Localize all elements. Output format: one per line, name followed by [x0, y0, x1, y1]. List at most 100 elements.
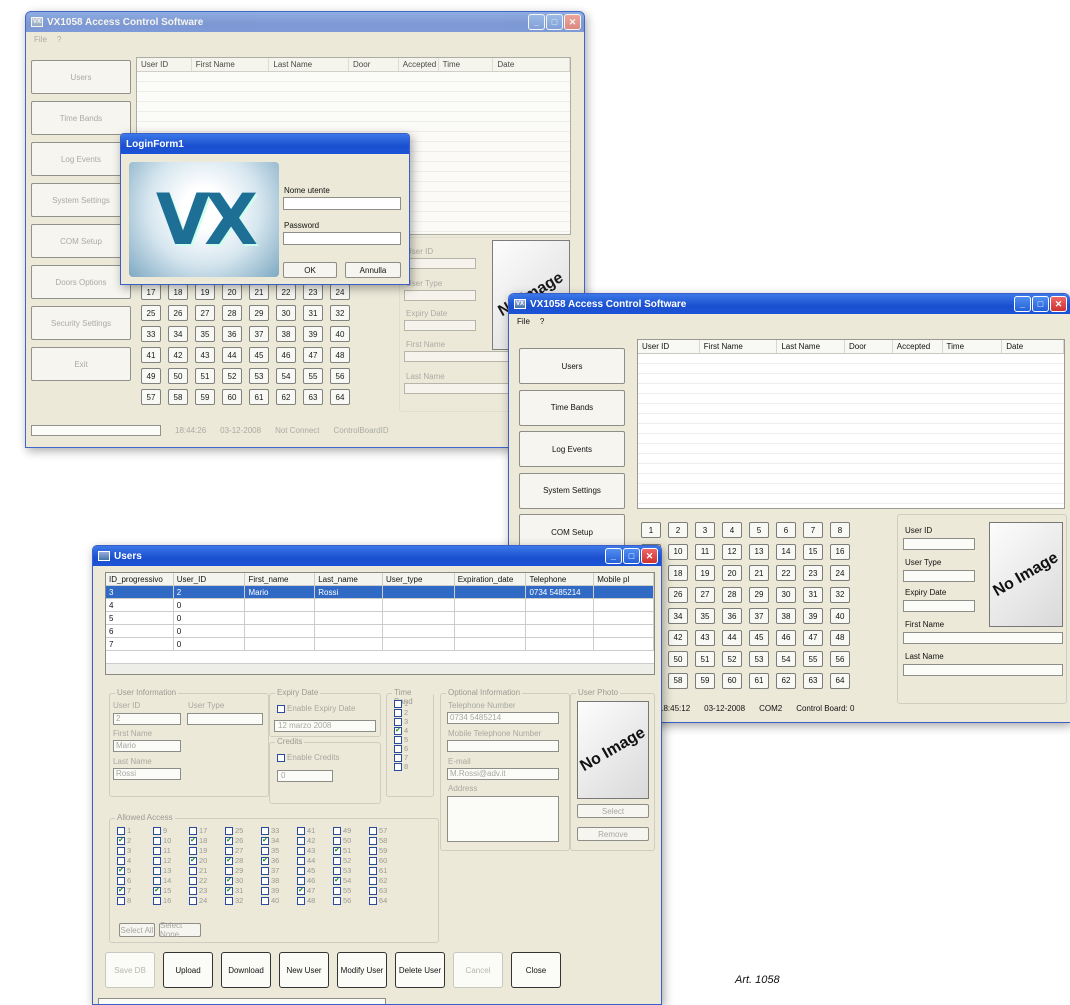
access-checkbox-50[interactable]: 50 — [333, 836, 369, 846]
access-checkbox-10[interactable]: 10 — [153, 836, 189, 846]
checkbox-icon[interactable] — [333, 837, 341, 846]
modify-user-button[interactable]: Modify User — [337, 952, 387, 988]
door-button-34[interactable]: 34 — [668, 608, 688, 624]
access-checkbox-39[interactable]: 39 — [261, 886, 297, 896]
checkbox-icon[interactable] — [333, 857, 341, 866]
door-button-37[interactable]: 37 — [749, 608, 769, 624]
access-checkbox-63[interactable]: 63 — [369, 886, 405, 896]
log-grid[interactable]: User ID First Name Last Name Door Accepted Ti… — [637, 339, 1065, 509]
select-photo-button[interactable]: Select — [577, 804, 649, 818]
column-header-user-id[interactable]: User ID — [137, 58, 192, 71]
access-checkbox-33[interactable]: 33 — [261, 826, 297, 836]
users-column-id-progressivo[interactable]: ID_progressivo — [106, 573, 174, 585]
checkbox-icon[interactable] — [189, 847, 197, 856]
column-header-first-name[interactable]: First Name — [192, 58, 270, 71]
access-checkbox-54[interactable]: ✔ 54 — [333, 876, 369, 886]
door-button-3[interactable]: 3 — [695, 522, 715, 538]
door-button-38[interactable]: 38 — [776, 608, 796, 624]
access-checkbox-43[interactable]: 43 — [297, 846, 333, 856]
column-header-accepted[interactable]: Accepted — [893, 340, 943, 353]
column-header-door[interactable]: Door — [845, 340, 893, 353]
access-checkbox-5[interactable]: ✔ 5 — [117, 866, 153, 876]
door-button-53[interactable]: 53 — [249, 368, 269, 384]
checkbox-icon[interactable]: ✔ — [189, 857, 197, 866]
door-button-26[interactable]: 26 — [168, 305, 188, 321]
time-band-checkbox-4[interactable]: ✔ 4 — [394, 726, 408, 736]
users-column-mobile-pl[interactable]: Mobile pl — [594, 573, 654, 585]
checkbox-icon[interactable] — [189, 887, 197, 896]
close-icon[interactable]: ✕ — [641, 548, 658, 564]
title-bar[interactable]: VX VX1058 Access Control Software _ □ ✕ — [509, 294, 1070, 314]
door-button-38[interactable]: 38 — [276, 326, 296, 342]
time-band-checkbox-8[interactable]: 8 — [394, 762, 408, 772]
door-button-51[interactable]: 51 — [695, 651, 715, 667]
access-checkbox-8[interactable]: 8 — [117, 896, 153, 906]
time-band-checkbox-3[interactable]: 3 — [394, 717, 408, 727]
door-button-27[interactable]: 27 — [195, 305, 215, 321]
checkbox-icon[interactable]: ✔ — [261, 837, 269, 846]
checkbox-icon[interactable] — [117, 877, 125, 886]
door-button-43[interactable]: 43 — [695, 629, 715, 646]
door-button-45[interactable]: 45 — [249, 347, 269, 363]
door-button-47[interactable]: 47 — [803, 629, 823, 646]
checkbox-icon[interactable] — [189, 877, 197, 886]
time-band-checkbox-5[interactable]: 5 — [394, 735, 408, 745]
access-checkbox-64[interactable]: 64 — [369, 896, 405, 906]
users-column-telephone[interactable]: Telephone — [526, 573, 595, 585]
door-button-19[interactable]: 19 — [695, 565, 715, 581]
door-button-53[interactable]: 53 — [749, 651, 769, 667]
checkbox-icon[interactable] — [333, 867, 341, 876]
select-none-button[interactable]: Select None — [159, 921, 201, 939]
checkbox-icon[interactable] — [261, 827, 269, 836]
users-column-user-type[interactable]: User_type — [383, 573, 455, 585]
checkbox-icon[interactable] — [189, 867, 197, 876]
enable-credits-checkbox[interactable]: Enable Credits — [277, 753, 339, 762]
access-checkbox-34[interactable]: ✔ 34 — [261, 836, 297, 846]
access-checkbox-45[interactable]: 45 — [297, 866, 333, 876]
door-button-45[interactable]: 45 — [749, 629, 769, 646]
door-button-58[interactable]: 58 — [668, 672, 688, 689]
checkbox-icon[interactable] — [369, 877, 377, 886]
door-button-51[interactable]: 51 — [195, 368, 215, 384]
door-button-44[interactable]: 44 — [722, 629, 742, 646]
door-button-58[interactable]: 58 — [168, 389, 188, 405]
password-input[interactable] — [283, 232, 401, 245]
access-checkbox-7[interactable]: ✔ 7 — [117, 886, 153, 896]
sidebar-button-time-bands[interactable]: Time Bands — [31, 101, 131, 135]
access-checkbox-52[interactable]: 52 — [333, 856, 369, 866]
time-band-checkbox-2[interactable]: 2 — [394, 708, 408, 718]
checkbox-icon[interactable] — [394, 754, 402, 763]
checkbox-icon[interactable] — [333, 827, 341, 836]
table-row[interactable]: 3 2 Mario Rossi 0734 5485214 — [106, 586, 654, 599]
door-button-52[interactable]: 52 — [222, 368, 242, 384]
door-button-12[interactable]: 12 — [722, 543, 742, 560]
door-button-40[interactable]: 40 — [830, 608, 850, 624]
checkbox-icon[interactable]: ✔ — [261, 857, 269, 866]
sidebar-button-time-bands[interactable]: Time Bands — [519, 389, 625, 426]
checkbox-icon[interactable] — [297, 877, 305, 886]
save-db-button[interactable]: Save DB — [105, 952, 155, 988]
checkbox-icon[interactable]: ✔ — [117, 837, 125, 846]
checkbox-icon[interactable] — [297, 867, 305, 876]
door-button-32[interactable]: 32 — [830, 586, 850, 603]
access-checkbox-20[interactable]: ✔ 20 — [189, 856, 225, 866]
checkbox-icon[interactable] — [369, 857, 377, 866]
door-button-27[interactable]: 27 — [695, 586, 715, 603]
door-button-46[interactable]: 46 — [776, 629, 796, 646]
door-button-21[interactable]: 21 — [249, 284, 269, 300]
minimize-icon[interactable]: _ — [528, 14, 545, 30]
door-button-35[interactable]: 35 — [695, 608, 715, 624]
door-button-24[interactable]: 24 — [330, 284, 350, 300]
access-checkbox-6[interactable]: 6 — [117, 876, 153, 886]
door-button-17[interactable]: 17 — [141, 284, 161, 300]
users-column-user-id[interactable]: User_ID — [174, 573, 246, 585]
last-name-field[interactable]: Rossi — [113, 768, 181, 780]
checkbox-icon[interactable] — [297, 857, 305, 866]
access-checkbox-47[interactable]: ✔ 47 — [297, 886, 333, 896]
door-button-62[interactable]: 62 — [776, 672, 796, 689]
checkbox-icon[interactable]: ✔ — [297, 887, 305, 896]
sidebar-button-log-events[interactable]: Log Events — [31, 142, 131, 176]
door-button-28[interactable]: 28 — [722, 586, 742, 603]
first-name-field[interactable]: Mario — [113, 740, 181, 752]
door-button-33[interactable]: 33 — [141, 326, 161, 342]
